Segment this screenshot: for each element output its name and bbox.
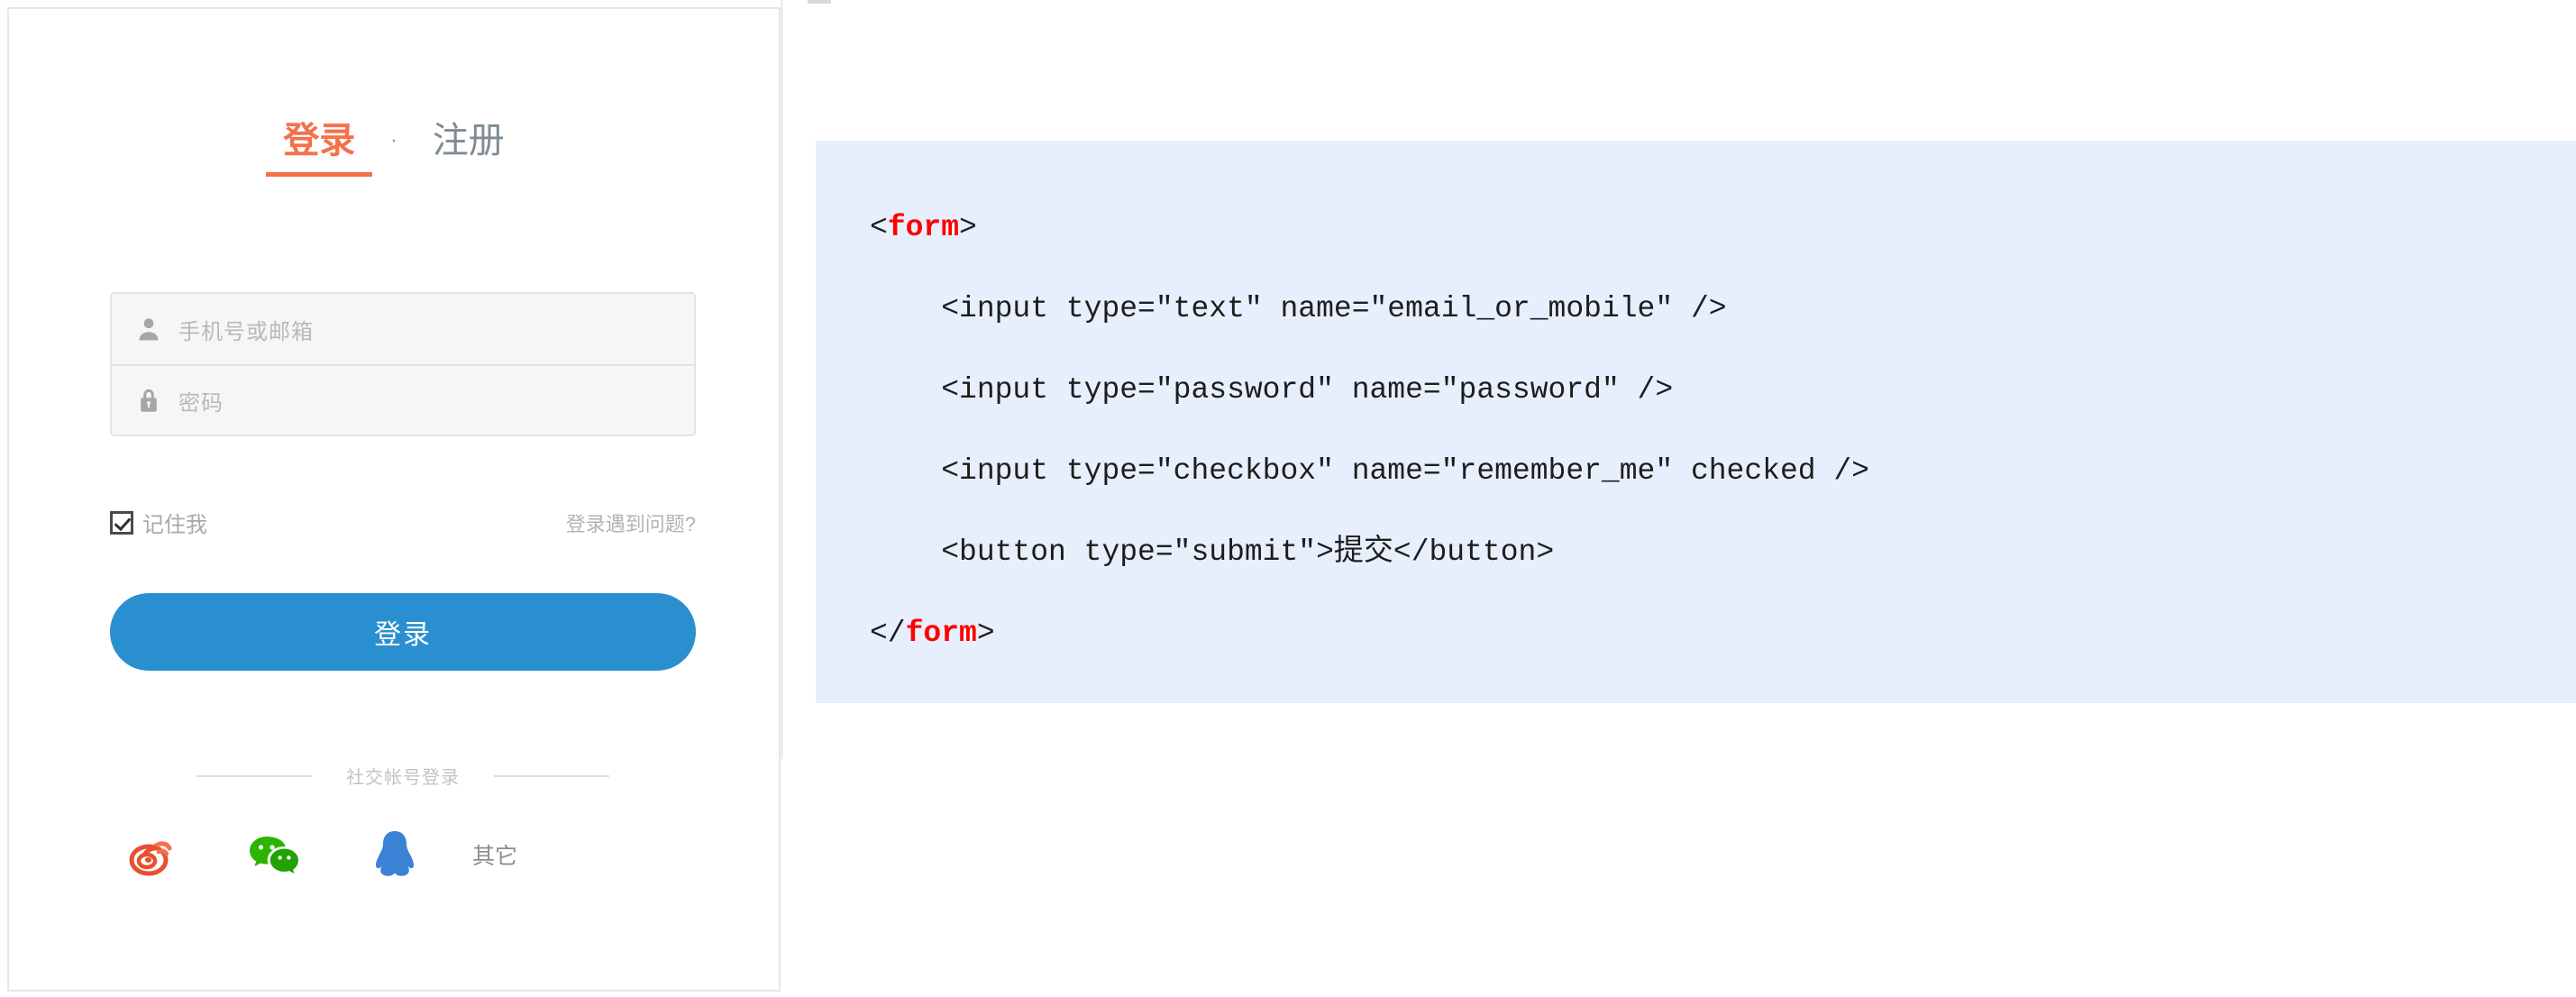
login-submit-button[interactable]: 登录	[110, 593, 696, 671]
vertical-divider	[781, 0, 783, 759]
tab-separator: ·	[389, 125, 398, 152]
code-text: <input type="text" name="email_or_mobile…	[941, 292, 1727, 325]
tab-register[interactable]: 注册	[433, 117, 505, 177]
divider-rule-left	[196, 774, 312, 777]
password-input-placeholder: 密码	[178, 390, 224, 416]
login-help-link[interactable]: 登录遇到问题?	[566, 508, 696, 537]
qq-icon[interactable]	[352, 819, 438, 891]
code-text: <input type="password" name="password" /…	[941, 373, 1674, 407]
code-line: <form>	[870, 188, 2576, 269]
remember-row: 记住我 登录遇到问题?	[110, 507, 696, 538]
login-card: 登录 · 注册 手机号或邮箱 密码 记住我 登录遇到问题? 登录 社交帐号登录 …	[7, 7, 781, 992]
code-line: </form>	[870, 593, 2576, 674]
lock-icon	[133, 385, 164, 416]
code-text: <	[870, 211, 888, 244]
code-line: <input type="checkbox" name="remember_me…	[870, 431, 2576, 512]
tab-login[interactable]: 登录	[283, 117, 355, 177]
auth-tabs: 登录 · 注册	[9, 117, 779, 177]
code-text: >	[976, 617, 995, 650]
code-snippet-block: <form> <input type="text" name="email_or…	[816, 141, 2576, 703]
code-line: <input type="text" name="email_or_mobile…	[870, 269, 2576, 350]
code-text: <button type="submit">提交</button>	[941, 535, 1555, 569]
code-tag-name: form	[887, 211, 960, 244]
code-text: </	[870, 617, 906, 650]
code-line: <button type="submit">提交</button>	[870, 512, 2576, 593]
social-login-label: 社交帐号登录	[346, 768, 460, 788]
top-edge-mark	[808, 0, 831, 4]
account-input-row[interactable]: 手机号或邮箱	[112, 294, 694, 364]
weibo-icon[interactable]	[110, 819, 196, 891]
checkbox-checked-icon[interactable]	[110, 510, 133, 535]
wechat-icon[interactable]	[231, 819, 317, 891]
account-input-placeholder: 手机号或邮箱	[178, 319, 314, 344]
code-text: <input type="checkbox" name="remember_me…	[941, 454, 1869, 488]
code-line: <input type="password" name="password" /…	[870, 350, 2576, 431]
code-tag-name: form	[905, 617, 977, 650]
password-input-row[interactable]: 密码	[112, 364, 694, 434]
divider-rule-right	[494, 774, 609, 777]
code-text: >	[959, 211, 977, 244]
social-login-divider: 社交帐号登录	[110, 763, 696, 789]
other-login-button[interactable]: 其它	[472, 819, 517, 891]
remember-me-checkbox[interactable]: 记住我	[110, 507, 207, 538]
remember-me-label: 记住我	[142, 513, 207, 537]
credentials-group: 手机号或邮箱 密码	[110, 292, 696, 436]
user-icon	[133, 314, 164, 344]
social-login-row: 其它	[110, 819, 696, 891]
